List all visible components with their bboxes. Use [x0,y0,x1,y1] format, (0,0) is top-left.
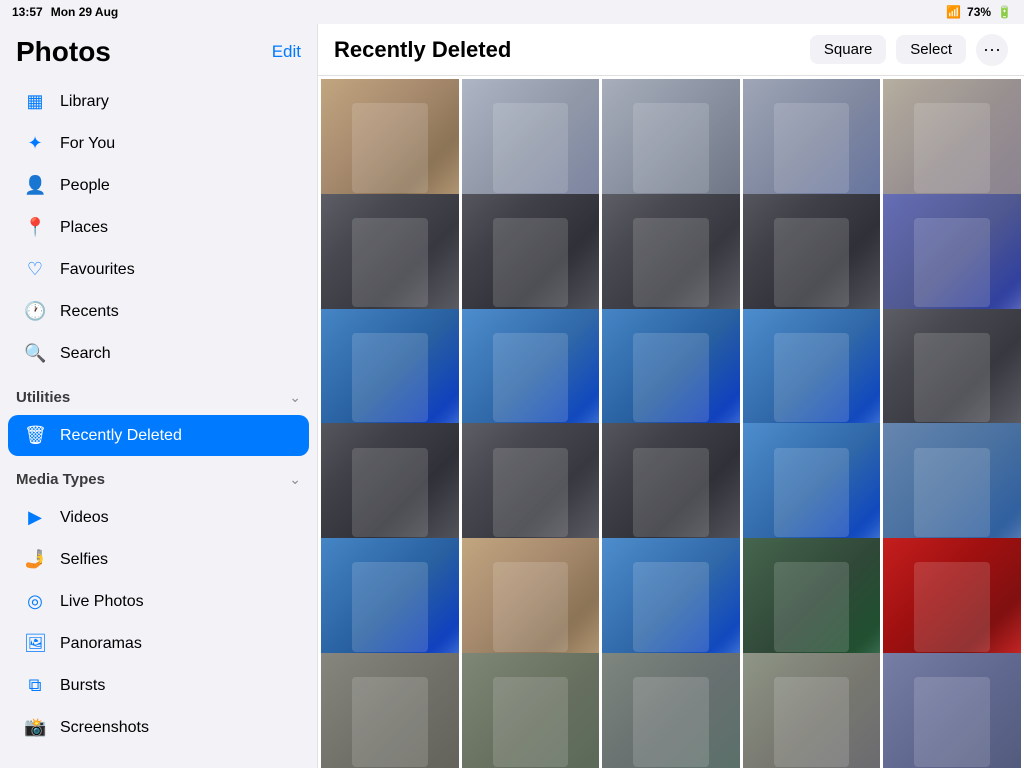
sidebar-item-label-panoramas: Panoramas [60,635,142,653]
content-header: Recently Deleted Square Select ··· [318,24,1024,76]
status-date: Mon 29 Aug [51,5,119,19]
screenshots-icon: 📸 [24,717,46,738]
utilities-section: 🗑 Recently Deleted [0,410,317,461]
sidebar-item-label-screenshots: Screenshots [60,719,149,737]
battery-level: 73% [967,5,991,19]
utilities-section-header[interactable]: Utilities ⌄ [0,379,317,410]
photo-thumbnail [462,653,600,768]
content-title: Recently Deleted [334,37,511,63]
photo-thumbnail [602,653,740,768]
utilities-chevron-icon: ⌄ [289,389,301,406]
photo-thumbnail [883,653,1021,768]
utilities-section-title: Utilities [16,389,70,406]
main-layout: Photos Edit ▦ Library ✦ For You 👤 People… [0,24,1024,768]
sidebar-item-label-library: Library [60,93,109,111]
media-types-section-title: Media Types [16,471,105,488]
sidebar-item-bursts[interactable]: ⧉ Bursts [8,665,309,706]
people-icon: 👤 [24,175,46,196]
sidebar-header: Photos Edit [0,24,317,76]
more-icon: ··· [983,39,1001,60]
select-button[interactable]: Select [896,35,966,64]
favourites-icon: ♡ [24,259,46,280]
places-icon: 📍 [24,217,46,238]
library-icon: ▦ [24,91,46,112]
videos-icon: ▶ [24,507,46,528]
wifi-icon: 📶 [946,5,961,19]
battery-icon: 🔋 [997,5,1012,19]
photo-cell[interactable] [743,653,881,768]
sidebar-item-label-people: People [60,177,110,195]
content-area: Recently Deleted Square Select ··· [318,24,1024,768]
live-photos-icon: ◎ [24,591,46,612]
photo-cell[interactable] [883,653,1021,768]
selfies-icon: 🤳 [24,549,46,570]
sidebar-item-search[interactable]: 🔍 Search [8,333,309,374]
photo-cell[interactable] [321,653,459,768]
photo-thumbnail [743,653,881,768]
search-icon: 🔍 [24,343,46,364]
media-types-chevron-icon: ⌄ [289,471,301,488]
media-types-section: ▶ Videos 🤳 Selfies ◎ Live Photos 🖼 Panor… [0,492,317,753]
sidebar-item-places[interactable]: 📍 Places [8,207,309,248]
sidebar-item-videos[interactable]: ▶ Videos [8,497,309,538]
recently-deleted-icon: 🗑 [24,425,46,446]
recents-icon: 🕐 [24,301,46,322]
sidebar-item-people[interactable]: 👤 People [8,165,309,206]
sidebar-title: Photos [16,36,111,68]
photo-grid [318,76,1024,768]
photo-cell[interactable] [602,653,740,768]
status-right: 📶 73% 🔋 [946,5,1012,19]
sidebar-item-label-search: Search [60,345,111,363]
for-you-icon: ✦ [24,133,46,154]
sidebar-item-panoramas[interactable]: 🖼 Panoramas [8,623,309,664]
sidebar-item-label-videos: Videos [60,509,109,527]
sidebar-item-label-recents: Recents [60,303,119,321]
sidebar-item-label-selfies: Selfies [60,551,108,569]
sidebar-item-label-places: Places [60,219,108,237]
media-types-section-header[interactable]: Media Types ⌄ [0,461,317,492]
sidebar-item-selfies[interactable]: 🤳 Selfies [8,539,309,580]
sidebar-item-screenshots[interactable]: 📸 Screenshots [8,707,309,748]
sidebar-main-section: ▦ Library ✦ For You 👤 People 📍 Places ♡ … [0,76,317,379]
sidebar-item-favourites[interactable]: ♡ Favourites [8,249,309,290]
status-time: 13:57 [12,5,43,19]
sidebar: Photos Edit ▦ Library ✦ For You 👤 People… [0,24,318,768]
square-button[interactable]: Square [810,35,886,64]
status-bar: 13:57 Mon 29 Aug 📶 73% 🔋 [0,0,1024,24]
sidebar-item-label-recently-deleted: Recently Deleted [60,427,182,445]
sidebar-edit-button[interactable]: Edit [272,42,301,62]
photo-thumbnail [321,653,459,768]
bursts-icon: ⧉ [24,675,46,696]
panoramas-icon: 🖼 [24,633,46,654]
sidebar-item-label-live-photos: Live Photos [60,593,144,611]
status-left: 13:57 Mon 29 Aug [12,5,118,19]
header-actions: Square Select ··· [810,34,1008,66]
more-button[interactable]: ··· [976,34,1008,66]
sidebar-item-label-bursts: Bursts [60,677,105,695]
sidebar-item-label-for-you: For You [60,135,115,153]
sidebar-item-recently-deleted[interactable]: 🗑 Recently Deleted [8,415,309,456]
sidebar-item-live-photos[interactable]: ◎ Live Photos [8,581,309,622]
sidebar-item-for-you[interactable]: ✦ For You [8,123,309,164]
sidebar-item-recents[interactable]: 🕐 Recents [8,291,309,332]
sidebar-item-label-favourites: Favourites [60,261,135,279]
photo-cell[interactable] [462,653,600,768]
sidebar-item-library[interactable]: ▦ Library [8,81,309,122]
